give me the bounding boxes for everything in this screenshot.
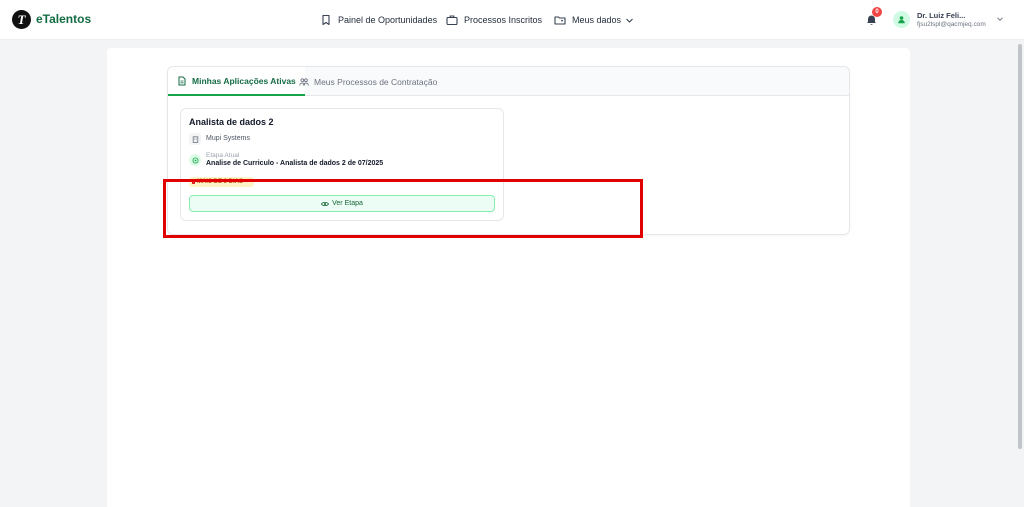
tab-hiring-processes[interactable]: Meus Processos de Contratação	[299, 67, 437, 96]
brand-name[interactable]: eTalentos	[36, 12, 91, 26]
nav-processes-label: Processos Inscritos	[464, 15, 543, 25]
notification-badge: 0	[872, 7, 882, 17]
chevron-down-icon	[626, 18, 633, 23]
briefcase-icon	[446, 15, 458, 26]
target-icon	[189, 154, 201, 166]
nav-processes[interactable]: Processos Inscritos	[446, 12, 542, 28]
scrollbar-thumb[interactable]	[1018, 44, 1022, 449]
user-email: fjsu2lspl@qacmjeq.com	[917, 21, 986, 28]
highlight-box	[163, 179, 643, 238]
user-name[interactable]: Dr. Luiz Feli...	[917, 11, 965, 20]
company-name: Mupi Systems	[206, 135, 250, 142]
chevron-down-icon[interactable]	[996, 15, 1004, 23]
etalentos-logo[interactable]: T	[12, 10, 31, 29]
nav-my-data[interactable]: Meus dados	[554, 12, 634, 28]
nav-opportunities[interactable]: Painel de Oportunidades	[320, 12, 437, 28]
job-title: Analista de dados 2	[189, 117, 274, 127]
folder-user-icon	[554, 16, 566, 25]
tabs-bar: Minhas Aplicações Ativas Meus Processos …	[168, 67, 849, 96]
nav-my-data-label: Meus dados	[572, 15, 622, 25]
tab-active-applications-label: Minhas Aplicações Ativas	[192, 75, 296, 86]
current-stage-label: Etapa Atual	[206, 152, 240, 159]
document-icon	[178, 76, 186, 85]
building-icon	[189, 133, 201, 145]
tab-hiring-processes-label: Meus Processos de Contratação	[314, 76, 438, 87]
tab-active-applications[interactable]: Minhas Aplicações Ativas	[168, 67, 305, 96]
user-icon	[898, 16, 905, 24]
current-stage-value: Analise de Curriculo - Analista de dados…	[206, 160, 384, 167]
top-header: T eTalentos Painel de Oportunidades Proc…	[0, 0, 1024, 40]
avatar[interactable]	[893, 11, 910, 28]
nav-opportunities-label: Painel de Oportunidades	[338, 15, 438, 25]
bookmark-icon	[322, 14, 330, 26]
users-icon	[299, 77, 309, 86]
